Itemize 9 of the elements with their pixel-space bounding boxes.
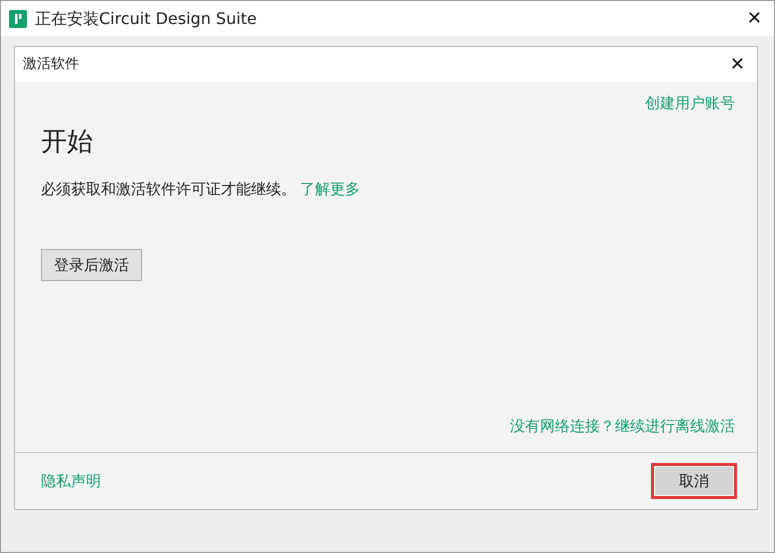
sign-in-button[interactable]: 登录后激活 xyxy=(41,248,142,281)
window-title: 正在安装Circuit Design Suite xyxy=(35,8,257,30)
close-button[interactable]: ✕ xyxy=(742,10,766,28)
message-text: 必须获取和激活软件许可证才能继续。 xyxy=(41,179,296,200)
dialog-title: 激活软件 xyxy=(23,55,79,74)
app-logo-icon xyxy=(9,10,27,28)
close-button[interactable]: ✕ xyxy=(726,56,749,74)
cancel-button[interactable]: 取消 xyxy=(651,462,737,500)
heading: 开始 xyxy=(41,126,93,159)
